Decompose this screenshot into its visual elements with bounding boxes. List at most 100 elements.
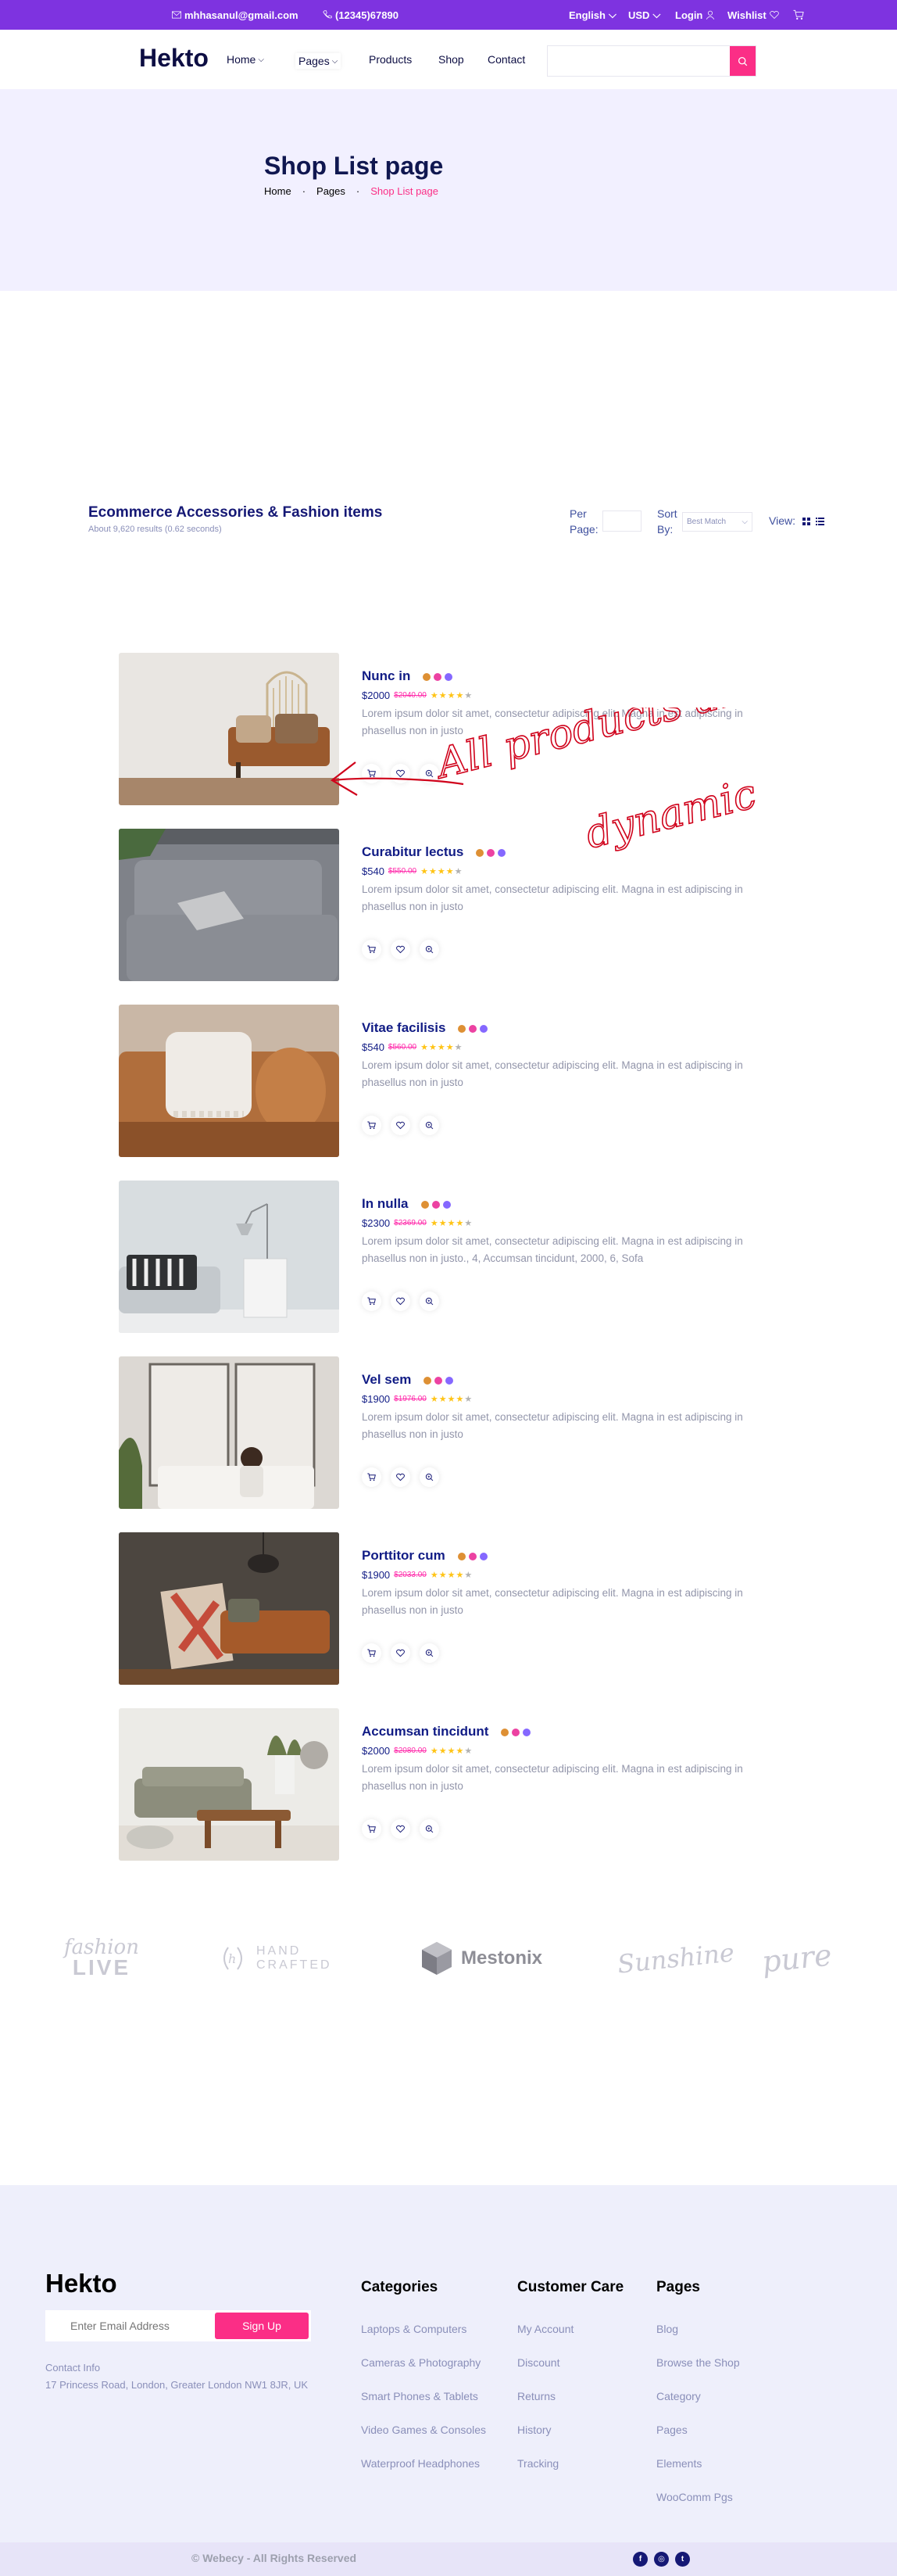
color-swatch[interactable] (480, 1024, 488, 1033)
color-swatch[interactable] (458, 1024, 466, 1033)
heart-button[interactable] (391, 1292, 410, 1311)
facebook-icon[interactable]: f (633, 2552, 648, 2567)
product-name[interactable]: Nunc in (362, 668, 410, 684)
color-swatch[interactable] (512, 1728, 520, 1736)
color-swatch[interactable] (457, 1552, 466, 1560)
product-name[interactable]: Porttitor cum (362, 1548, 445, 1564)
color-swatch[interactable] (423, 672, 431, 681)
phone-contact[interactable]: (12345)67890 (323, 0, 398, 30)
product-name[interactable]: Vitae facilisis (362, 1020, 445, 1036)
zoom-button[interactable] (420, 1643, 439, 1663)
product-name[interactable]: Curabitur lectus (362, 844, 463, 860)
product-card[interactable]: Vitae facilisis $540 $560.00 ★ ★ ★ ★ ★ Lorem ips… (119, 1005, 775, 1157)
zoom-button[interactable] (420, 1292, 439, 1311)
heart-button[interactable] (391, 1116, 410, 1135)
footer-link[interactable]: Cameras & Photography (361, 2355, 486, 2388)
product-name[interactable]: In nulla (362, 1196, 409, 1212)
zoom-button[interactable] (420, 764, 439, 783)
color-swatch[interactable] (434, 1376, 443, 1385)
footer-link[interactable]: Browse the Shop (656, 2355, 740, 2388)
site-logo[interactable]: Hekto (139, 44, 209, 73)
color-swatch[interactable] (469, 1024, 477, 1033)
color-swatch[interactable] (487, 848, 495, 857)
heart-button[interactable] (391, 1819, 410, 1839)
product-name[interactable]: Vel sem (362, 1372, 411, 1388)
currency-select[interactable]: USD ⌵ (628, 0, 660, 30)
footer-link[interactable]: Discount (517, 2355, 624, 2388)
language-select[interactable]: English ⌵ (569, 0, 616, 30)
product-image[interactable] (119, 1181, 339, 1333)
cart-button[interactable] (793, 0, 804, 30)
breadcrumb-pages[interactable]: Pages (316, 185, 345, 197)
cart-button[interactable] (362, 1116, 381, 1135)
nav-home[interactable]: Home ⌵ (227, 53, 264, 66)
per-page-input[interactable] (602, 511, 641, 532)
color-swatch[interactable] (501, 1728, 509, 1736)
heart-button[interactable] (391, 1643, 410, 1663)
product-image[interactable] (119, 1356, 339, 1509)
footer-link[interactable]: My Account (517, 2321, 624, 2355)
color-swatch[interactable] (468, 1552, 477, 1560)
color-swatch[interactable] (442, 1200, 451, 1209)
cart-button[interactable] (362, 1292, 381, 1311)
color-swatch[interactable] (476, 848, 484, 857)
cart-button[interactable] (362, 1819, 381, 1839)
heart-button[interactable] (391, 1467, 410, 1487)
footer-link[interactable]: Pages (656, 2422, 740, 2456)
footer-link[interactable]: Laptops & Computers (361, 2321, 486, 2355)
signup-button[interactable]: Sign Up (215, 2313, 309, 2339)
zoom-button[interactable] (420, 940, 439, 959)
footer-link[interactable]: Tracking (517, 2456, 624, 2489)
footer-link[interactable]: Video Games & Consoles (361, 2422, 486, 2456)
product-image[interactable] (119, 1005, 339, 1157)
wishlist-link[interactable]: Wishlist (727, 0, 779, 30)
footer-link[interactable]: Elements (656, 2456, 740, 2489)
product-card[interactable]: Accumsan tincidunt $2000 $2080.00 ★ ★ ★ ★ ★ Lore… (119, 1708, 775, 1861)
grid-view-icon[interactable] (802, 518, 810, 525)
nav-contact[interactable]: Contact (488, 53, 525, 66)
nav-products[interactable]: Products (369, 53, 412, 66)
color-swatch[interactable] (523, 1728, 531, 1736)
color-swatch[interactable] (423, 1376, 432, 1385)
product-card[interactable]: In nulla $2300 $2369.00 ★ ★ ★ ★ ★ Lorem ipsum do… (119, 1181, 775, 1333)
product-image[interactable] (119, 653, 339, 805)
color-swatch[interactable] (479, 1552, 488, 1560)
heart-button[interactable] (391, 940, 410, 959)
color-swatch[interactable] (445, 1376, 454, 1385)
color-swatch[interactable] (434, 672, 442, 681)
nav-pages[interactable]: Pages ⌵ (295, 53, 341, 69)
nav-shop[interactable]: Shop (438, 53, 464, 66)
list-view-icon[interactable] (816, 518, 824, 525)
footer-link[interactable]: Waterproof Headphones (361, 2456, 486, 2489)
zoom-button[interactable] (420, 1467, 439, 1487)
footer-logo[interactable]: Hekto (45, 2269, 117, 2298)
newsletter-email-input[interactable] (45, 2310, 213, 2341)
cart-button[interactable] (362, 940, 381, 959)
footer-link[interactable]: WooComm Pgs (656, 2489, 740, 2523)
footer-link[interactable]: Category (656, 2388, 740, 2422)
cart-button[interactable] (362, 764, 381, 783)
product-card[interactable]: Curabitur lectus $540 $550.00 ★ ★ ★ ★ ★ Lorem ip… (119, 829, 775, 981)
twitter-icon[interactable]: t (675, 2552, 690, 2567)
search-button[interactable] (730, 46, 756, 76)
product-name[interactable]: Accumsan tincidunt (362, 1724, 488, 1739)
product-card[interactable]: Vel sem $1900 $1976.00 ★ ★ ★ ★ ★ Lorem ipsum dol… (119, 1356, 775, 1509)
color-swatch[interactable] (498, 848, 506, 857)
sort-select[interactable]: Best Match ⌵ (682, 512, 752, 532)
breadcrumb-home[interactable]: Home (264, 185, 291, 197)
product-card[interactable]: Porttitor cum $1900 $2033.00 ★ ★ ★ ★ ★ Lorem ips… (119, 1532, 775, 1685)
cart-button[interactable] (362, 1643, 381, 1663)
search-input[interactable] (548, 46, 730, 76)
heart-button[interactable] (391, 764, 410, 783)
product-card[interactable]: Nunc in $2000 $2040.00 ★ ★ ★ ★ ★ Lorem ipsum dol… (119, 653, 775, 805)
footer-link[interactable]: History (517, 2422, 624, 2456)
color-swatch[interactable] (431, 1200, 440, 1209)
color-swatch[interactable] (420, 1200, 429, 1209)
footer-link[interactable]: Blog (656, 2321, 740, 2355)
instagram-icon[interactable]: ◎ (654, 2552, 669, 2567)
color-swatch[interactable] (445, 672, 453, 681)
product-image[interactable] (119, 829, 339, 981)
product-image[interactable] (119, 1708, 339, 1861)
zoom-button[interactable] (420, 1819, 439, 1839)
cart-button[interactable] (362, 1467, 381, 1487)
